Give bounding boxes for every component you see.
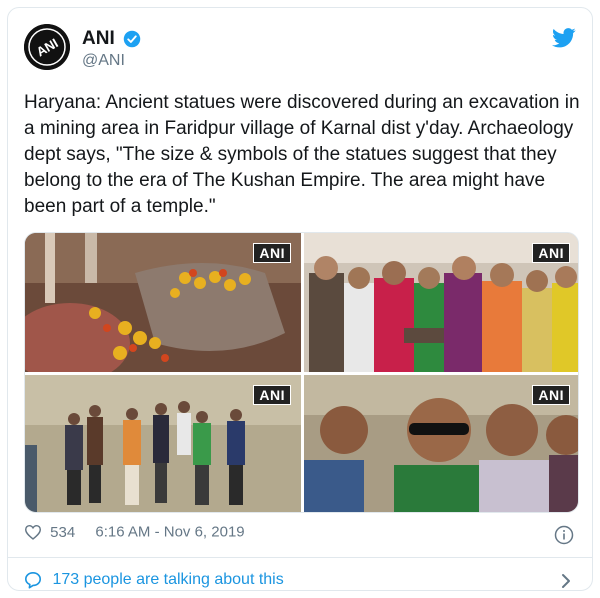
verified-badge-icon xyxy=(123,30,141,48)
conversation-link[interactable]: 173 people are talking about this xyxy=(24,571,284,589)
tweet-header: ANI ANI @ANI xyxy=(24,24,576,80)
ani-watermark: ANI xyxy=(532,243,570,263)
like-count[interactable]: 534 xyxy=(50,524,75,541)
media-photo-excavation-site[interactable]: ANI xyxy=(25,375,301,512)
timestamp[interactable]: 6:16 AM - Nov 6, 2019 xyxy=(95,524,244,541)
speech-bubble-icon xyxy=(24,571,42,589)
avatar[interactable]: ANI xyxy=(24,24,70,70)
info-icon[interactable] xyxy=(554,525,574,545)
chevron-right-icon[interactable] xyxy=(560,573,572,589)
tweet-text: Haryana: Ancient statues were discovered… xyxy=(24,92,580,217)
tweet-meta: 534 6:16 AM - Nov 6, 2019 xyxy=(24,523,245,547)
ani-watermark: ANI xyxy=(532,385,570,405)
media-photo-villagers[interactable]: ANI xyxy=(304,233,578,372)
author-handle[interactable]: @ANI xyxy=(82,52,141,70)
author-display-name[interactable]: ANI xyxy=(82,28,115,50)
ani-watermark: ANI xyxy=(253,385,291,405)
heart-icon[interactable] xyxy=(24,524,42,540)
media-photo-statue[interactable]: ANI xyxy=(25,233,301,372)
divider xyxy=(8,557,592,558)
conversation-text[interactable]: 173 people are talking about this xyxy=(52,571,283,588)
tweet-card[interactable]: ANI ANI @ANI Haryana: Ancient statues we… xyxy=(7,7,593,591)
author-names[interactable]: ANI @ANI xyxy=(82,28,141,70)
media-photo-men-closeup[interactable]: ANI xyxy=(304,375,578,512)
ani-watermark: ANI xyxy=(253,243,291,263)
media-grid[interactable]: ANI ANI ANI ANI xyxy=(24,232,579,513)
twitter-bird-icon[interactable] xyxy=(552,28,576,48)
